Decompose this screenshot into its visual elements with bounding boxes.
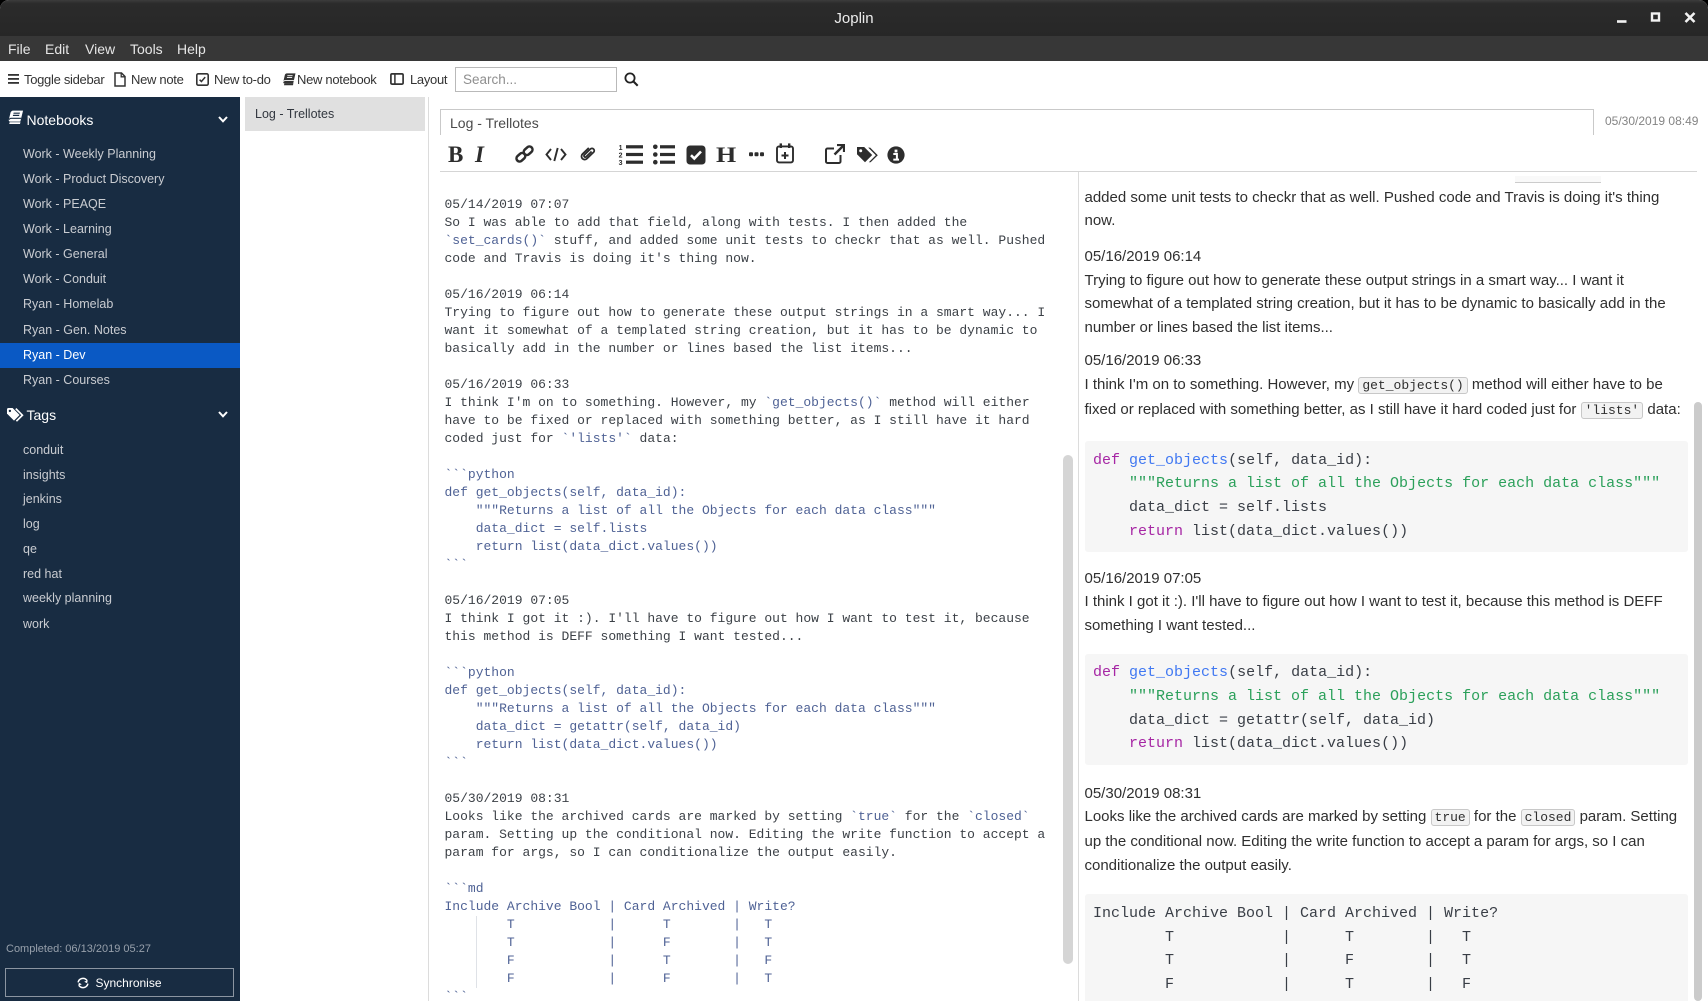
svg-text:3: 3 (619, 160, 623, 165)
svg-text:2: 2 (619, 153, 623, 160)
svg-text:1: 1 (619, 145, 623, 152)
